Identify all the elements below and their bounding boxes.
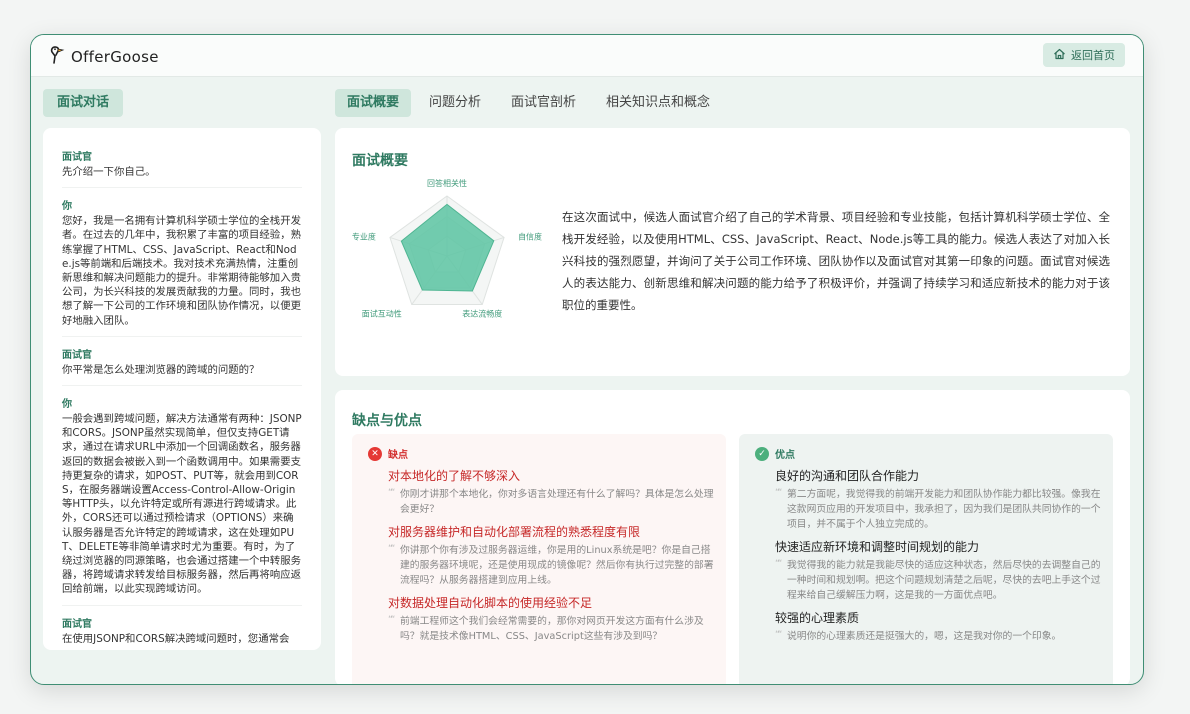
overview-card: 面试概要 回答相关性自信度表达流畅度 面试互动性 专业度 在这次面试中，候选人面试官… (335, 128, 1130, 376)
cons-item-title: 对服务器维护和自动化部署流程的熟悉程度有限 (388, 525, 641, 539)
cons-label: 缺点 (388, 450, 408, 461)
radar-axis-label: 面试互动性 (362, 309, 402, 319)
tab-interviewer-analysis[interactable]: 面试官剖析 (499, 89, 588, 117)
pros-label: 优点 (775, 450, 795, 461)
pros-item-title: 良好的沟通和团队合作能力 (775, 469, 920, 483)
message-text: 先介绍一下你自己。 (62, 166, 156, 178)
speaker-label: 面试官 (62, 349, 92, 361)
pros-item-quote: 说明你的心理素质还是挺强大的，嗯，这是我对你的一个印象。 (775, 628, 1101, 644)
chat-transcript[interactable]: 面试官 先介绍一下你自己。 你 您好，我是一名拥有计算机科学硕士学位的全栈开发者… (43, 128, 321, 650)
overview-title: 面试概要 (352, 153, 408, 169)
pros-item: 较强的心理素质 说明你的心理素质还是挺强大的，嗯，这是我对你的一个印象。 (775, 609, 1101, 644)
message-text: 在使用JSONP和CORS解决跨域问题时，您通常会 (62, 632, 290, 645)
pros-item: 良好的沟通和团队合作能力 第二方面呢，我觉得我的前端开发能力和团队协作能力都比较… (775, 467, 1101, 532)
cons-item-quote: 前端工程师这个我们会经常需要的，那你对网页开发这方面有什么涉及吗？就是技术像HT… (388, 613, 714, 644)
cons-item-title: 对本地化的了解不够深入 (388, 469, 521, 483)
tab-interview-dialogue[interactable]: 面试对话 (43, 89, 124, 117)
chat-message: 面试官 先介绍一下你自己。 (62, 148, 302, 189)
tab-related-knowledge[interactable]: 相关知识点和概念 (594, 89, 722, 117)
cons-column: ✕ 缺点 对本地化的了解不够深入 你刚才讲那个本地化，你对多语言处理还有什么了解… (352, 434, 726, 684)
pros-column: ✓ 优点 良好的沟通和团队合作能力 第二方面呢，我觉得我的前端开发能力和团队协作… (739, 434, 1113, 684)
speaker-label: 你 (62, 399, 72, 411)
goose-logo-icon (49, 45, 67, 69)
pros-item-quote: 我觉得我的能力就是我能尽快的适应这种状态，然后尽快的去调整自己的一种时间和规划啊… (775, 557, 1101, 603)
cons-item: 对本地化的了解不够深入 你刚才讲那个本地化，你对多语言处理还有什么了解吗？具体是… (388, 467, 714, 517)
back-home-button[interactable]: 返回首页 (1043, 43, 1125, 67)
radar-axis-label: 回答相关性 (427, 178, 467, 188)
chat-message: 你 一般会遇到跨域问题，解决方法通常有两种：JSONP和CORS。JSONP虽然… (62, 395, 302, 606)
message-text: 你平常是怎么处理浏览器的跨域的问题的？ (62, 363, 260, 376)
radar-axis-label: 表达流畅度 (462, 309, 502, 319)
close-circle-icon: ✕ (368, 446, 382, 461)
pros-cons-title: 缺点与优点 (352, 413, 422, 429)
message-text: 您好，我是一名拥有计算机科学硕士学位的全栈开发者。在过去的几年中，我积累了丰富的… (62, 215, 301, 327)
home-icon (1053, 48, 1066, 63)
cons-item: 对服务器维护和自动化部署流程的熟悉程度有限 你讲那个你有涉及过服务器运维，你是用… (388, 523, 714, 588)
pros-item-quote: 第二方面呢，我觉得我的前端开发能力和团队协作能力都比较强。像我在这款网页应用的开… (775, 486, 1101, 532)
speaker-label: 面试官 (62, 618, 92, 630)
pros-item-title: 较强的心理素质 (775, 611, 860, 625)
chat-message: 你 您好，我是一名拥有计算机科学硕士学位的全栈开发者。在过去的几年中，我积累了丰… (62, 197, 302, 337)
cons-item-quote: 你刚才讲那个本地化，你对多语言处理还有什么了解吗？具体是怎么处理会更好？ (388, 486, 714, 517)
tab-question-analysis[interactable]: 问题分析 (417, 89, 493, 117)
radar-chart: 回答相关性自信度表达流畅度 面试互动性 专业度 (352, 178, 542, 319)
message-text: 一般会遇到跨域问题，解决方法通常有两种：JSONP和CORS。JSONP虽然实现… (62, 413, 302, 596)
pros-item-title: 快速适应新环境和调整时间规划的能力 (775, 540, 980, 554)
pros-header: ✓ 优点 (755, 446, 1101, 461)
overview-summary: 在这次面试中，候选人面试官介绍了自己的学术背景、项目经验和专业技能，包括计算机科… (562, 210, 1110, 312)
chat-message: 面试官 在使用JSONP和CORS解决跨域问题时，您通常会 (62, 615, 302, 650)
app-window: OfferGoose 返回首页 面试对话 面试概要 问题分析 面试官剖析 相关知… (30, 34, 1144, 685)
radar-axis-label: 自信度 (518, 231, 542, 241)
back-home-label: 返回首页 (1071, 49, 1115, 62)
cons-header: ✕ 缺点 (368, 446, 714, 461)
speaker-label: 你 (62, 201, 72, 213)
logo[interactable]: OfferGoose (49, 45, 159, 69)
radar-axis-label: 专业度 (352, 231, 376, 241)
pros-item: 快速适应新环境和调整时间规划的能力 我觉得我的能力就是我能尽快的适应这种状态，然… (775, 538, 1101, 603)
cons-item-title: 对数据处理自动化脚本的使用经验不足 (388, 596, 593, 610)
chat-message: 面试官 你平常是怎么处理浏览器的跨域的问题的？ (62, 346, 302, 387)
logo-text: OfferGoose (71, 48, 159, 66)
speaker-label: 面试官 (62, 152, 92, 163)
check-circle-icon: ✓ (755, 446, 769, 461)
top-bar: OfferGoose 返回首页 (31, 35, 1143, 77)
cons-item: 对数据处理自动化脚本的使用经验不足 前端工程师这个我们会经常需要的，那你对网页开… (388, 594, 714, 644)
cons-item-quote: 你讲那个你有涉及过服务器运维，你是用的Linux系统是吧？你是自己搭建的服务器环… (388, 542, 714, 588)
pros-cons-card: 缺点与优点 ✕ 缺点 对本地化的了解不够深入 你刚才讲那个本地化，你对多语言处理… (335, 390, 1130, 684)
tab-interview-overview[interactable]: 面试概要 (335, 89, 412, 117)
analysis-tabs: 面试概要 问题分析 面试官剖析 相关知识点和概念 (335, 89, 728, 117)
